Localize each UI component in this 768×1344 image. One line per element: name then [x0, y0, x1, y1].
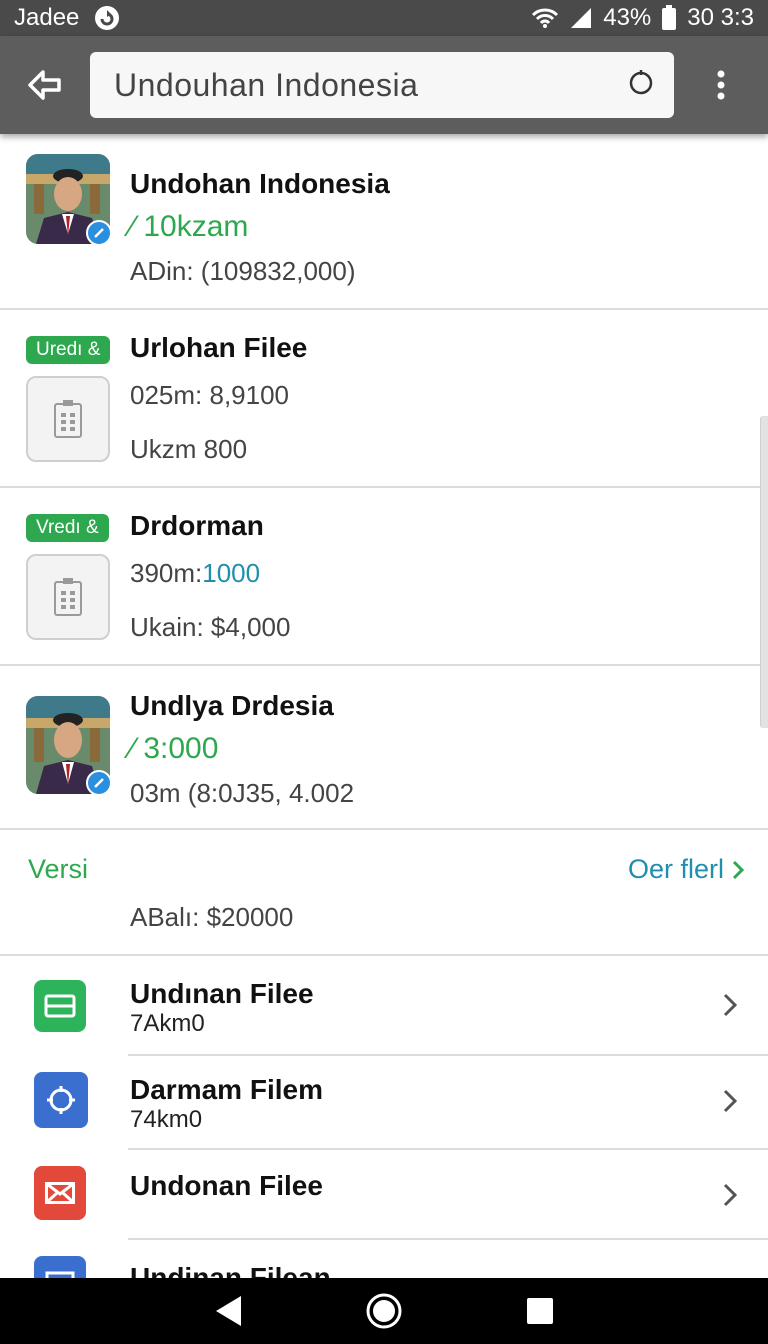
back-arrow-icon — [28, 70, 61, 100]
triangle-back-icon — [216, 1296, 241, 1326]
navigation-bar — [0, 1278, 768, 1344]
section-link[interactable]: Oer flerl — [628, 854, 744, 885]
document-icon — [54, 578, 82, 616]
result-meta: ADin: (109832,000) — [130, 256, 356, 286]
file-title: Undonan Filee — [130, 1170, 323, 1201]
nav-home-button[interactable] — [354, 1281, 414, 1341]
circle-home-icon — [366, 1293, 402, 1329]
nav-recents-button[interactable] — [510, 1281, 570, 1341]
result-item[interactable]: Undohan Indonesia ⁄ 10kzam ADin: (109832… — [0, 134, 768, 308]
scrollbar[interactable] — [760, 416, 768, 728]
file-subtitle: 74km0 — [130, 1106, 203, 1133]
result-title: Undlya Drdesia — [130, 690, 334, 721]
file-title: Darmam Filem — [130, 1074, 323, 1105]
file-title: Undınan Filee — [130, 978, 314, 1009]
search-icon[interactable] — [626, 68, 656, 103]
overflow-menu-button[interactable] — [674, 36, 768, 134]
section-total: ABalı: $20000 — [130, 902, 294, 932]
section-label: Versi — [28, 854, 89, 884]
result-meta: 03m (8:0J35, 4.002 — [130, 778, 355, 808]
results-list: Undohan Indonesia ⁄ 10kzam ADin: (109832… — [0, 134, 768, 1278]
result-item[interactable]: Undlya Drdesia ⁄ 3:000 03m (8:0J35, 4.00… — [0, 666, 768, 828]
result-meta-line1: 025m: 8,9100 — [130, 380, 290, 410]
nav-back-button[interactable] — [198, 1281, 258, 1341]
app-bar: Undouhan Indonesia — [0, 36, 768, 134]
document-thumbnail — [26, 554, 110, 640]
meta-prefix: 390m: — [130, 558, 203, 588]
clock: 30 3:3 — [687, 4, 754, 31]
blue-doc-icon — [34, 1256, 86, 1278]
battery-percent: 43% — [603, 4, 652, 31]
chevron-right-icon — [720, 990, 740, 1020]
result-title: Urlohan Filee — [130, 332, 308, 363]
blue-target-icon — [34, 1072, 88, 1128]
result-price: ⁄ 10kzam — [130, 210, 249, 243]
document-icon — [54, 400, 82, 438]
versions-section: Versi Oer flerl ABalı: $20000 — [0, 830, 768, 954]
sync-icon — [93, 4, 121, 32]
battery-icon — [661, 5, 677, 31]
signal-icon — [569, 6, 593, 30]
meta-value: 1000 — [202, 558, 261, 588]
search-input[interactable]: Undouhan Indonesia — [90, 52, 674, 118]
status-bar: Jadee 43% 30 3:3 — [0, 0, 768, 36]
square-recents-icon — [527, 1298, 553, 1324]
result-item[interactable]: Uredı & Urlohan Filee 025m: 8,9100 Ukzm … — [0, 310, 768, 486]
file-list-item[interactable]: Undınan Filee 7Akm0 — [0, 956, 768, 1054]
chevron-right-icon — [732, 860, 744, 879]
status-badge: Vredı & — [26, 514, 109, 542]
carrier-label: Jadee — [14, 4, 80, 31]
result-price: ⁄ 3:000 — [130, 732, 219, 765]
file-subtitle: 7Akm0 — [130, 1010, 205, 1037]
green-card-icon — [34, 980, 86, 1032]
chevron-right-icon — [720, 1180, 740, 1210]
result-meta-line2: Ukzm 800 — [130, 434, 248, 464]
status-badge: Uredı & — [26, 336, 111, 364]
more-vert-icon — [717, 70, 725, 100]
result-meta-line1: 390m:1000 — [130, 558, 260, 589]
section-link-label: Oer flerl — [627, 854, 724, 884]
file-list-item[interactable]: Darmam Filem 74km0 — [0, 1056, 768, 1148]
red-mail-icon — [34, 1166, 86, 1220]
avatar — [26, 696, 112, 796]
search-query: Undouhan Indonesia — [114, 66, 419, 103]
avatar — [26, 154, 112, 246]
file-list-item[interactable]: Undonan Filee — [0, 1150, 768, 1238]
verified-badge-icon — [86, 770, 112, 796]
file-list-item[interactable]: Undinan Filean — [0, 1240, 768, 1278]
wifi-icon — [531, 7, 559, 29]
result-meta-line2: Ukain: $4,000 — [130, 612, 291, 642]
result-title: Drdorman — [130, 510, 264, 541]
document-thumbnail — [26, 376, 110, 462]
back-button[interactable] — [0, 36, 90, 134]
result-title: Undohan Indonesia — [130, 168, 390, 199]
chevron-right-icon — [720, 1086, 740, 1116]
file-title: Undinan Filean — [130, 1262, 331, 1278]
verified-badge-icon — [86, 220, 112, 246]
result-item[interactable]: Vredı & Drdorman 390m:1000 Ukain: $4,000 — [0, 488, 768, 664]
